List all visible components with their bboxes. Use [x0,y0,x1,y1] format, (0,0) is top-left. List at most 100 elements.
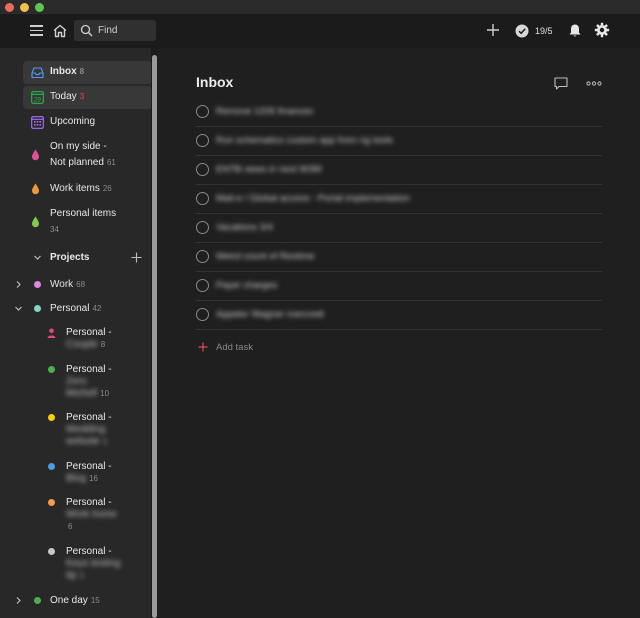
sidebar-item-label: Today [50,91,77,102]
calendar-upcoming-icon [31,116,44,129]
bell-icon[interactable] [568,23,582,38]
add-project-plus-icon[interactable] [131,252,142,263]
home-icon[interactable] [52,23,68,39]
project-name: One day [50,595,88,606]
task-title: Appeler Wagner mercredi [216,309,324,320]
sidebar-item-upcoming[interactable]: Upcoming [23,113,152,133]
project-name: Personal - [66,497,112,508]
task-item[interactable]: ENTB news in next W3M [196,156,602,185]
chevron-down-icon[interactable] [33,253,42,262]
calendar-today-icon: 29 [31,91,44,104]
chevron-right-icon[interactable] [14,280,23,289]
item-count: 8 [100,340,106,349]
task-item[interactable]: Remove 1205 finances [196,98,602,127]
task-item[interactable]: Weird count of Restime [196,243,602,272]
sidebar-filter-on-my-side[interactable]: On my side - Not planned 61 [23,138,152,172]
project-name: Personal - [66,327,112,338]
subproject-personal-couple[interactable]: Personal - Couple 8 [40,327,152,353]
task-checkbox[interactable] [196,308,209,321]
project-color-dot [48,463,55,470]
task-item[interactable]: Appeler Wagner mercredi [196,301,602,330]
sidebar-filter-work-items[interactable]: Work items 26 [23,180,152,198]
task-item[interactable]: Payer charges [196,272,602,301]
item-count: 61 [106,158,116,167]
sidebar-item-label: On my side - [50,141,107,152]
project-name: Personal - [66,461,112,472]
project-one-day[interactable]: One day 15 [0,594,152,608]
sidebar-item-inbox[interactable]: Inbox 8 [23,61,152,84]
item-count: 6 [68,522,73,531]
task-checkbox[interactable] [196,134,209,147]
karma-productivity-button[interactable]: 19/5 [515,22,553,39]
minimize-window-button[interactable] [20,3,29,12]
chevron-down-icon[interactable] [14,304,23,313]
gear-icon[interactable] [594,22,610,38]
sidebar-item-label-line2: Not planned [50,157,104,168]
task-item[interactable]: Mail-e / Global access - Portal implemen… [196,185,602,214]
project-name-line2: Blog [66,473,87,484]
project-name: Personal - [66,546,112,557]
search-icon [80,24,93,37]
subproject-personal-3[interactable]: Personal - Wedding website 1 [40,412,152,450]
karma-check-icon [515,24,529,37]
sidebar-item-label: Work items [50,183,100,194]
item-count: 26 [102,184,112,193]
item-count: 10 [100,389,110,398]
add-task-plus-icon [198,342,208,352]
close-window-button[interactable] [5,3,14,12]
task-checkbox[interactable] [196,250,209,263]
task-checkbox[interactable] [196,163,209,176]
page-title: Inbox [196,74,234,90]
project-color-dot [48,499,55,506]
task-title: Payer charges [216,280,278,291]
item-count: 3 [79,92,85,101]
subproject-personal-4[interactable]: Personal - Blog 16 [40,461,152,487]
subproject-personal-2[interactable]: Personal - Zero Michell 10 [40,364,152,402]
task-title: Mail-e / Global access - Portal implemen… [216,193,410,204]
task-checkbox[interactable] [196,221,209,234]
item-count: 8 [79,67,85,76]
item-count: 1 [79,571,85,580]
item-count: 34 [50,225,59,234]
task-checkbox[interactable] [196,192,209,205]
project-name-line2: Wedding [66,424,106,435]
sidebar-scrollbar-thumb[interactable] [152,55,157,618]
project-name-line3: Michell [66,388,98,399]
chevron-right-icon[interactable] [14,596,23,605]
project-color-dot [48,366,55,373]
task-checkbox[interactable] [196,279,209,292]
projects-section-header[interactable]: Projects [23,249,152,267]
item-count: 16 [89,474,98,483]
task-title: ENTB news in next W3M [216,164,322,175]
project-name: Personal [50,303,90,314]
project-name-line3: tip [66,570,77,581]
task-title: Run schematics custom app from ng tools [216,135,393,146]
project-name: Personal - [66,364,112,375]
more-options-icon[interactable] [586,81,602,86]
task-item[interactable]: Run schematics custom app from ng tools [196,127,602,156]
project-work[interactable]: Work 68 [0,278,152,292]
drop-icon [32,149,39,161]
menu-icon[interactable] [30,25,43,36]
task-checkbox[interactable] [196,105,209,118]
project-personal[interactable]: Personal 42 [0,302,152,316]
project-name-line3: website [66,436,100,447]
inbox-icon [31,67,44,79]
sidebar-item-label: Inbox [50,66,77,77]
project-name-line2: Work home [66,509,117,520]
drop-icon [32,183,39,195]
subproject-personal-5[interactable]: Personal - Work home 6 [40,497,152,535]
zoom-window-button[interactable] [35,3,44,12]
person-icon [47,328,56,338]
subproject-personal-6[interactable]: Personal - Keys testing tip 1 [40,546,152,584]
item-count: 1 [102,437,108,446]
quick-add-plus-icon[interactable] [486,23,500,37]
sidebar-item-today[interactable]: 29 Today 3 [23,86,152,109]
comment-icon[interactable] [554,77,568,90]
search-box[interactable] [74,20,156,41]
add-task-label: Add task [216,342,253,353]
search-input[interactable] [98,23,154,38]
sidebar-filter-personal-items[interactable]: Personal items 34 [23,205,152,239]
task-item[interactable]: Vacations 3/4 [196,214,602,243]
project-color-dot [34,305,41,312]
